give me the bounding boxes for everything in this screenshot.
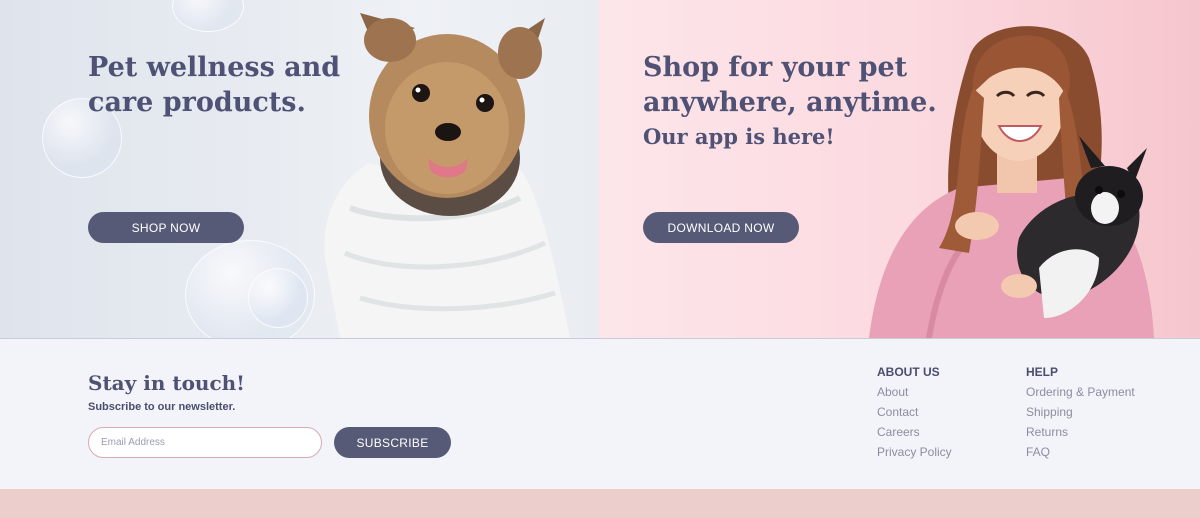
download-now-button[interactable]: DOWNLOAD NOW: [643, 212, 799, 243]
bottom-band: [0, 489, 1200, 518]
hero-section: Pet wellness and care products. SHOP NOW: [0, 0, 1200, 338]
help-heading: HELP: [1026, 365, 1059, 379]
footer-link-returns[interactable]: Returns: [1026, 425, 1068, 439]
bubble-decoration: [248, 268, 308, 328]
footer-link-about[interactable]: About: [877, 385, 908, 399]
newsletter-title: Stay in touch!: [88, 371, 245, 395]
hero-app-subheadline: Our app is here!: [643, 124, 835, 149]
shop-now-button[interactable]: SHOP NOW: [88, 212, 244, 243]
footer: Stay in touch! Subscribe to our newslett…: [0, 339, 1200, 489]
hero-panel-wellness: Pet wellness and care products. SHOP NOW: [0, 0, 599, 338]
hero-app-headline: Shop for your pet anywhere, anytime.: [643, 52, 937, 118]
yorkie-dog-photo: [324, 13, 570, 338]
footer-link-faq[interactable]: FAQ: [1026, 445, 1050, 459]
footer-link-contact[interactable]: Contact: [877, 405, 918, 419]
footer-link-privacy-policy[interactable]: Privacy Policy: [877, 445, 952, 459]
email-address-input[interactable]: [88, 427, 322, 458]
footer-link-careers[interactable]: Careers: [877, 425, 920, 439]
hero-panel-app: Shop for your pet anywhere, anytime. Our…: [599, 0, 1200, 338]
about-us-heading: ABOUT US: [877, 365, 940, 379]
subscribe-button[interactable]: SUBSCRIBE: [334, 427, 451, 458]
hero-wellness-headline: Pet wellness and care products.: [88, 52, 341, 118]
footer-link-ordering-payment[interactable]: Ordering & Payment: [1026, 385, 1135, 399]
newsletter-subtitle: Subscribe to our newsletter.: [88, 401, 236, 413]
bubble-decoration: [172, 0, 244, 32]
footer-link-shipping[interactable]: Shipping: [1026, 405, 1073, 419]
